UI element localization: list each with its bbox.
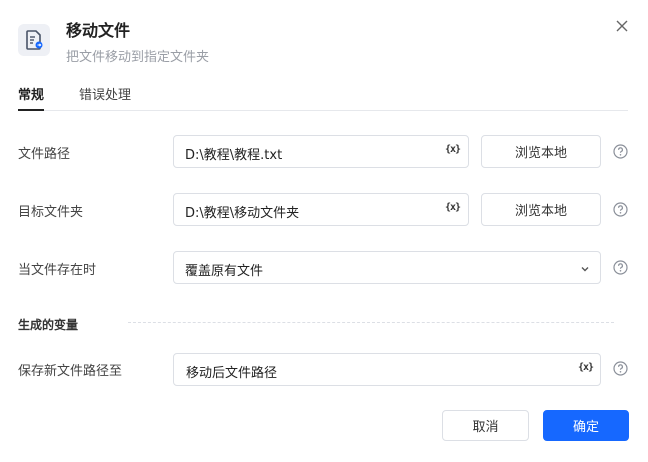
dialog-title: 移动文件 <box>66 21 131 40</box>
move-file-icon <box>18 24 50 56</box>
save-path-label: 保存新文件路径至 <box>18 364 123 379</box>
tab-bar: 常规 错误处理 <box>18 84 628 111</box>
save-path-input[interactable]: 移动后文件路径 {x} <box>173 353 601 386</box>
tab-general[interactable]: 常规 <box>18 84 45 111</box>
close-icon[interactable] <box>612 16 632 36</box>
variable-insert-icon[interactable]: {x} <box>445 144 463 158</box>
when-exists-value: 覆盖原有文件 <box>185 264 264 279</box>
output-section-title: 生成的变量 <box>18 318 79 332</box>
cancel-button[interactable]: 取消 <box>442 410 529 441</box>
when-exists-select[interactable]: 覆盖原有文件 <box>173 251 601 284</box>
file-path-label: 文件路径 <box>18 147 71 162</box>
help-icon[interactable] <box>613 202 628 217</box>
file-path-input[interactable]: D:\教程\教程.txt {x} <box>173 135 469 168</box>
variable-insert-icon[interactable]: {x} <box>578 362 596 376</box>
file-path-value: D:\教程\教程.txt <box>185 148 283 163</box>
save-path-value: 移动后文件路径 <box>186 366 278 381</box>
chevron-down-icon[interactable] <box>579 263 591 275</box>
target-folder-label: 目标文件夹 <box>18 205 84 220</box>
help-icon[interactable] <box>613 361 628 376</box>
browse-file-button[interactable]: 浏览本地 <box>481 135 601 168</box>
tab-error-handling[interactable]: 错误处理 <box>79 84 131 110</box>
dialog-subtitle: 把文件移动到指定文件夹 <box>66 50 210 65</box>
ok-button[interactable]: 确定 <box>543 410 629 441</box>
help-icon[interactable] <box>613 144 628 159</box>
when-exists-label: 当文件存在时 <box>18 263 97 278</box>
section-divider <box>128 322 614 323</box>
target-folder-input[interactable]: D:\教程\移动文件夹 {x} <box>173 193 469 226</box>
target-folder-value: D:\教程\移动文件夹 <box>185 206 300 221</box>
browse-folder-button[interactable]: 浏览本地 <box>481 193 601 226</box>
help-icon[interactable] <box>613 260 628 275</box>
variable-insert-icon[interactable]: {x} <box>445 202 463 216</box>
